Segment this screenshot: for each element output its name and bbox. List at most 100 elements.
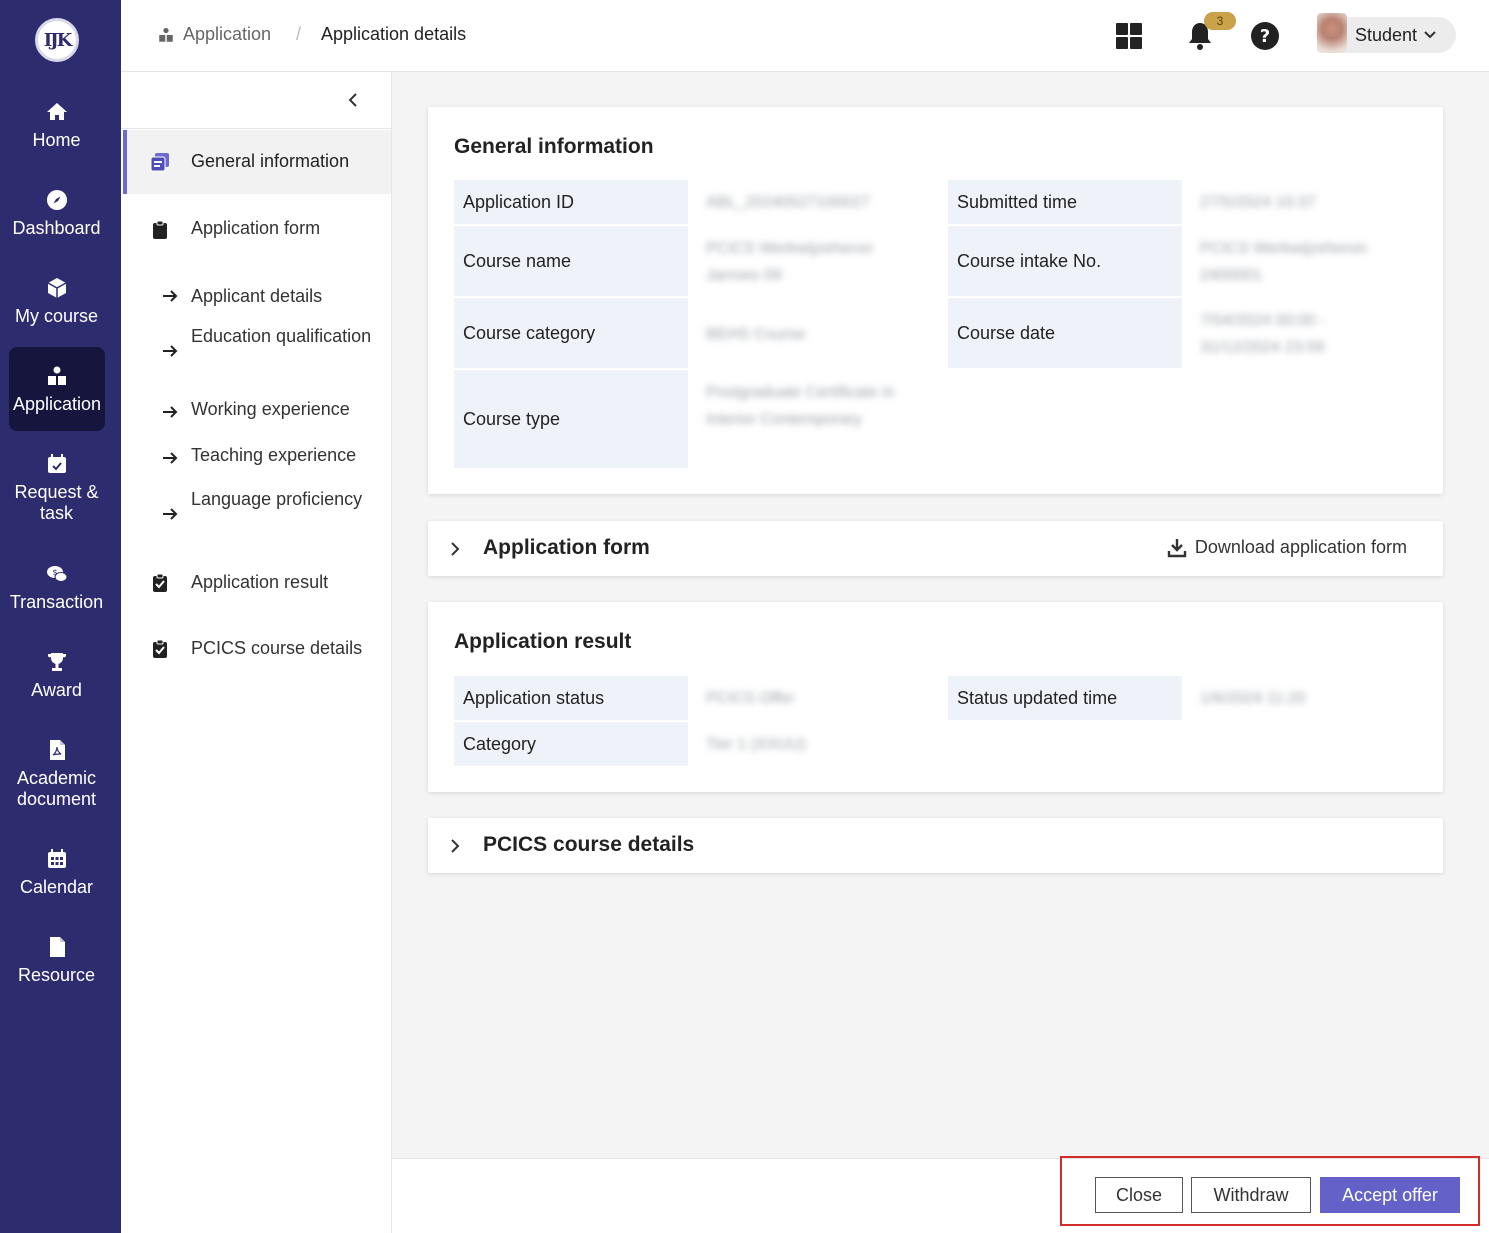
nav-item-label: Resource <box>17 965 96 985</box>
user-name: Student <box>1355 24 1418 45</box>
svg-text:$: $ <box>52 568 57 577</box>
application-result-card: Application result Application status PC… <box>428 602 1443 792</box>
chevron-left-icon[interactable] <box>345 90 361 110</box>
nav-item-label: Award <box>31 680 82 700</box>
field-label: Course category <box>454 298 688 368</box>
breadcrumb-root[interactable]: Application <box>157 24 271 45</box>
subnav-item-label: Teaching experience <box>191 445 357 465</box>
breadcrumb-root-label: Application <box>183 24 272 44</box>
calendar-check-icon <box>47 454 66 473</box>
status-updated-time-value: 1/6/2024 11:20 <box>1200 690 1306 707</box>
details-section-nav: General information Application form App… <box>121 72 392 1233</box>
subnav-item-language-proficiency[interactable]: Language proficiency <box>123 486 391 546</box>
course-name-value: PCICS Werkwijzeheron Jarroes 09 <box>706 240 873 284</box>
field-label: Category <box>454 722 688 766</box>
application-status-value: PCICS Offer <box>706 690 795 707</box>
nav-item-my-course[interactable]: My course <box>0 276 113 327</box>
nav-item-label: Calendar <box>19 877 94 897</box>
divider <box>121 128 392 129</box>
chevron-right-icon <box>451 839 460 853</box>
chevron-down-icon <box>1424 31 1436 39</box>
clipboard-check-icon <box>153 573 167 592</box>
field-label: Application status <box>454 676 688 720</box>
application-id-value: ABL_20240527100027 <box>706 194 870 211</box>
field-label: Course intake No. <box>948 226 1182 296</box>
course-type-value: Postgraduate Certificate in Interior Con… <box>706 384 895 428</box>
subnav-item-education-qualification[interactable]: Education qualification <box>123 323 391 383</box>
subnav-item-label: Education qualification <box>191 326 372 346</box>
nav-item-resource[interactable]: Resource <box>0 935 113 986</box>
subnav-item-working-experience[interactable]: Working experience <box>123 394 391 434</box>
nav-item-label: Academic document <box>16 768 97 809</box>
subnav-item-label: Working experience <box>191 399 350 419</box>
institution-logo[interactable]: IJK <box>35 18 79 62</box>
nav-item-label: Transaction <box>9 592 104 612</box>
nav-item-request-task[interactable]: Request & task <box>0 452 113 524</box>
nav-item-calendar[interactable]: Calendar <box>0 847 113 898</box>
nav-item-application[interactable]: Application <box>9 347 105 431</box>
nav-item-label: Request & task <box>14 482 99 523</box>
download-icon <box>1167 538 1187 557</box>
arrow-right-icon <box>163 452 178 464</box>
apps-grid-icon[interactable] <box>1113 20 1145 52</box>
subnav-item-label: Language proficiency <box>191 489 363 509</box>
application-icon <box>159 27 173 42</box>
calendar-icon <box>47 849 66 868</box>
help-icon[interactable]: ? <box>1249 20 1281 52</box>
cube-icon <box>47 278 66 298</box>
breadcrumb-current: Application details <box>321 24 467 44</box>
top-header: Application / Application details 3 ? St… <box>121 0 1489 72</box>
download-application-form-link[interactable]: Download application form <box>1167 537 1407 558</box>
nav-item-award[interactable]: Award <box>0 650 113 701</box>
subnav-item-application-form[interactable]: Application form <box>123 210 391 250</box>
application-form-accordion[interactable]: Application form Download application fo… <box>428 521 1443 576</box>
application-icon <box>48 366 66 385</box>
subnav-item-label: Applicant details <box>191 286 323 306</box>
main-nav-rail: IJK Home Dashboard My course Application… <box>0 0 121 1233</box>
arrow-right-icon <box>163 508 178 520</box>
nav-item-academic-document[interactable]: Academic document <box>0 738 113 810</box>
nav-item-label: Home <box>32 130 81 150</box>
field-label: Application ID <box>454 180 688 224</box>
subnav-item-label: Application result <box>191 572 329 592</box>
course-intake-value: PCICS Werkwijzeheron 2400001 <box>1200 240 1367 284</box>
chat-money-icon: $ <box>46 566 67 582</box>
nav-item-dashboard[interactable]: Dashboard <box>0 188 113 239</box>
section-title: Application result <box>454 630 632 653</box>
subnav-item-general-information[interactable]: General information <box>123 130 391 194</box>
subnav-item-application-result[interactable]: Application result <box>123 566 391 606</box>
course-date-value: 7/04/2024 00:00 - 31/12/2024 23:59 <box>1200 312 1326 356</box>
notification-badge: 3 <box>1204 12 1236 30</box>
nav-item-home[interactable]: Home <box>0 100 113 151</box>
nav-item-label: Dashboard <box>12 218 101 238</box>
arrow-right-icon <box>163 290 178 302</box>
withdraw-button[interactable]: Withdraw <box>1191 1177 1311 1213</box>
close-button[interactable]: Close <box>1095 1177 1183 1213</box>
pdf-file-icon <box>49 740 65 760</box>
subnav-item-teaching-experience[interactable]: Teaching experience <box>123 440 391 480</box>
clipboard-check-icon <box>153 639 167 658</box>
section-title: PCICS course details <box>483 833 695 856</box>
pcics-course-details-accordion[interactable]: PCICS course details <box>428 818 1443 873</box>
submitted-time-value: 27/5/2024 10:37 <box>1200 194 1316 211</box>
general-information-card: General information Application ID ABL_2… <box>428 107 1443 494</box>
user-menu[interactable]: Student <box>1316 13 1456 53</box>
course-category-value: BEHS Course <box>706 326 806 343</box>
field-label: Status updated time <box>948 676 1182 720</box>
avatar <box>1317 13 1347 53</box>
nav-item-transaction[interactable]: $ Transaction <box>0 562 113 613</box>
field-label: Submitted time <box>948 180 1182 224</box>
field-label: Course name <box>454 226 688 296</box>
subnav-item-applicant-details[interactable]: Applicant details <box>123 276 391 316</box>
nav-item-label: My course <box>14 306 99 326</box>
document-stack-icon <box>150 153 169 172</box>
svg-text:?: ? <box>1260 26 1270 47</box>
file-icon <box>49 937 65 957</box>
download-label: Download application form <box>1194 537 1407 557</box>
accept-offer-button[interactable]: Accept offer <box>1320 1177 1460 1213</box>
arrow-right-icon <box>163 345 178 357</box>
subnav-item-pcics-course-details[interactable]: PCICS course details <box>123 632 391 672</box>
chevron-right-icon <box>451 542 460 556</box>
compass-icon <box>46 190 67 210</box>
category-value: Tier 1 (XXUU) <box>706 736 806 753</box>
